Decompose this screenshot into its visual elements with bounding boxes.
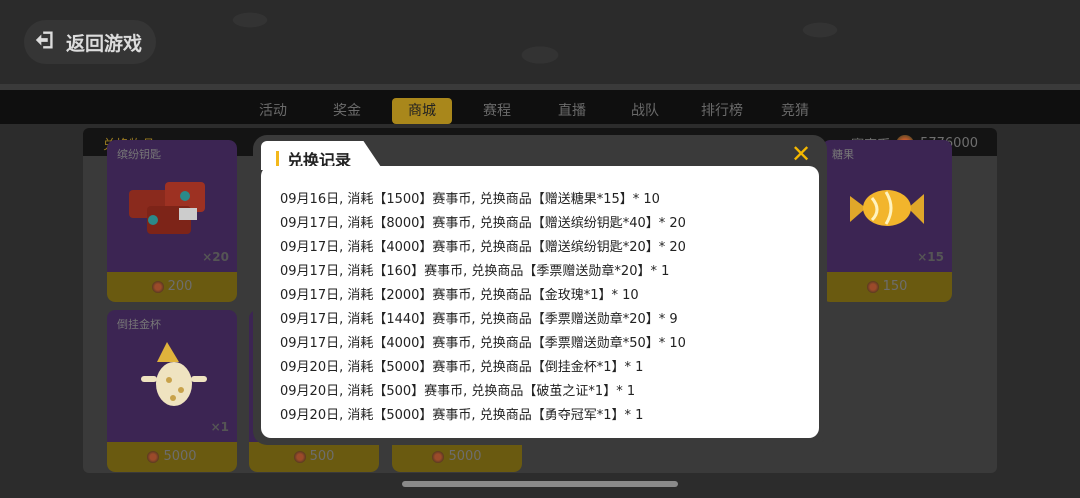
back-to-game-button[interactable]: 返回游戏 xyxy=(24,20,156,64)
card-name: 缤纷钥匙 xyxy=(117,148,161,161)
tab-shop[interactable]: 商城 xyxy=(392,98,452,124)
tab-live[interactable]: 直播 xyxy=(549,98,595,124)
top-bar: 返回游戏 xyxy=(0,0,1080,84)
price-value: 5000 xyxy=(163,449,197,464)
back-label: 返回游戏 xyxy=(66,32,143,55)
record-item: 09月17日, 消耗【160】赛事币, 兑换商品【季票赠送勋章*20】* 1 xyxy=(280,264,670,279)
card-name: 糖果 xyxy=(832,148,854,161)
tab-activity[interactable]: 活动 xyxy=(250,98,296,124)
card-qty: ×1 xyxy=(210,420,229,434)
candy-icon xyxy=(850,190,924,226)
card-price: 5000 xyxy=(392,442,522,472)
record-item: 09月20日, 消耗【5000】赛事币, 兑换商品【倒挂金杯*1】* 1 xyxy=(280,360,644,375)
card-price: 500 xyxy=(249,442,379,472)
shop-card-keys[interactable]: 缤纷钥匙 ×20 200 xyxy=(107,140,237,302)
record-item: 09月16日, 消耗【1500】赛事币, 兑换商品【赠送糖果*15】* 10 xyxy=(280,192,660,207)
close-icon[interactable]: ✕ xyxy=(789,142,813,166)
card-name: 倒挂金杯 xyxy=(117,318,161,331)
tab-bar: 活动 奖金 商城 赛程 直播 战队 排行榜 竞猜 xyxy=(0,84,1080,124)
price-value: 5000 xyxy=(448,449,482,464)
price-value: 150 xyxy=(882,279,908,294)
home-indicator[interactable] xyxy=(402,481,678,487)
shop-card-cup[interactable]: 倒挂金杯 ×1 5000 xyxy=(107,310,237,472)
record-item: 09月20日, 消耗【500】赛事币, 兑换商品【破茧之证*1】* 1 xyxy=(280,384,636,399)
tab-betting[interactable]: 竞猜 xyxy=(772,98,818,124)
price-value: 500 xyxy=(309,449,335,464)
coin-icon xyxy=(147,451,160,463)
card-price: 200 xyxy=(107,272,237,302)
exit-icon xyxy=(34,29,56,56)
price-value: 200 xyxy=(167,279,193,294)
card-qty: ×20 xyxy=(202,250,229,264)
page: 返回游戏 活动 奖金 商城 赛程 直播 战队 排行榜 竞猜 兑换物品 赛事币 5… xyxy=(0,0,1080,498)
record-item: 09月17日, 消耗【1440】赛事币, 兑换商品【季票赠送勋章*20】* 9 xyxy=(280,312,678,327)
shop-card-candy[interactable]: 糖果 ×15 150 xyxy=(822,140,952,302)
card-qty: ×15 xyxy=(917,250,944,264)
tab-leaderboard[interactable]: 排行榜 xyxy=(692,98,752,124)
tab-schedule[interactable]: 赛程 xyxy=(474,98,520,124)
tab-prize[interactable]: 奖金 xyxy=(324,98,370,124)
record-item: 09月17日, 消耗【2000】赛事币, 兑换商品【金玫瑰*1】* 10 xyxy=(280,288,639,303)
record-item: 09月17日, 消耗【8000】赛事币, 兑换商品【赠送缤纷钥匙*40】* 20 xyxy=(280,216,686,231)
jester-cup-icon xyxy=(141,342,207,406)
coin-icon xyxy=(151,281,164,293)
tab-teams[interactable]: 战队 xyxy=(622,98,668,124)
card-price: 150 xyxy=(822,272,952,302)
coin-icon xyxy=(432,451,445,463)
record-item: 09月17日, 消耗【4000】赛事币, 兑换商品【赠送缤纷钥匙*20】* 20 xyxy=(280,240,686,255)
coin-icon xyxy=(293,451,306,463)
coin-icon xyxy=(866,281,879,293)
record-item: 09月17日, 消耗【4000】赛事币, 兑换商品【季票赠送勋章*50】* 10 xyxy=(280,336,686,351)
card-price: 5000 xyxy=(107,442,237,472)
record-list: 09月16日, 消耗【1500】赛事币, 兑换商品【赠送糖果*15】* 10 0… xyxy=(280,191,800,431)
gift-boxes-icon xyxy=(129,182,205,234)
record-item: 09月20日, 消耗【5000】赛事币, 兑换商品【勇夺冠军*1】* 1 xyxy=(280,408,644,423)
title-accent-bar xyxy=(276,151,279,166)
